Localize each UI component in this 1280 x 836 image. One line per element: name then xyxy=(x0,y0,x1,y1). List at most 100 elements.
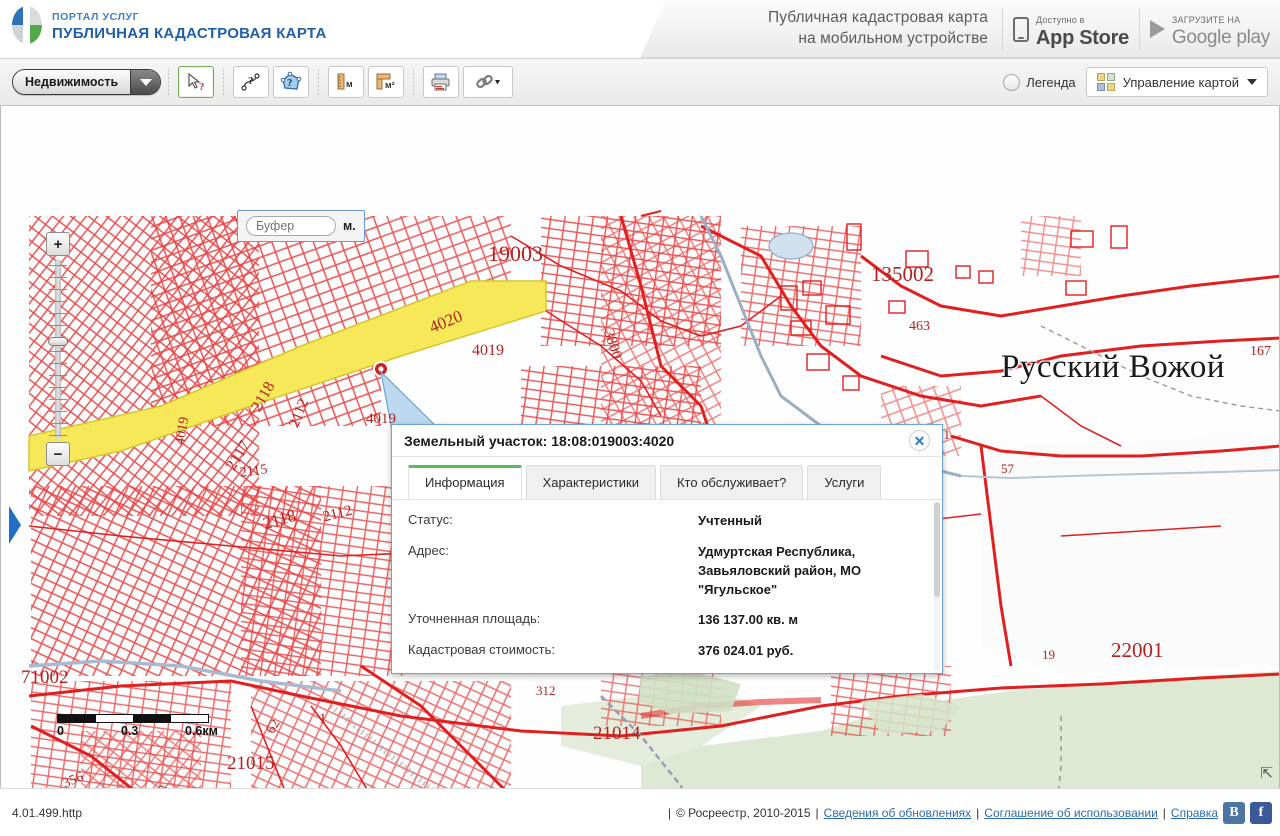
facebook-icon[interactable]: f xyxy=(1250,801,1272,824)
mobile-promo-line1: Публичная кадастровая карта xyxy=(767,9,989,27)
measure-polygon-query-tool-button[interactable]: ? xyxy=(273,66,310,98)
popup-row-value: 136 137.00 кв. м xyxy=(698,612,799,628)
header-mobile-promo: Публичная кадастровая карта на мобильном… xyxy=(660,0,1280,58)
google-play-button[interactable]: ЗАГРУЗИТЕ НА Google play xyxy=(1138,8,1280,50)
cursor-question-icon: ? xyxy=(188,72,205,93)
popup-tab-4[interactable]: Услуги xyxy=(807,465,882,499)
popup-detail-rows: Статус: Учтенный Адрес: Удмуртская Республи… xyxy=(392,500,942,673)
zoom-slider-thumb[interactable] xyxy=(48,337,68,346)
measure-line-query-tool-button[interactable]: ? xyxy=(233,66,270,98)
scale-label-start: 0 xyxy=(57,724,64,738)
zoom-in-button[interactable]: + xyxy=(46,232,70,256)
popup-row-value: Учтенный xyxy=(698,513,763,528)
settlement-label: Русский Вожой xyxy=(1001,349,1226,385)
popup-row-label: Адрес: xyxy=(408,542,449,558)
parcel-info-popup: Земельный участок: 18:08:019003:4020 ✕ И… xyxy=(391,424,943,674)
toolbar-divider xyxy=(223,69,225,95)
popup-row-label: Статус: xyxy=(408,512,453,527)
logo-subtitle: ПОРТАЛ УСЛУГ xyxy=(52,10,140,23)
popup-row-value: Удмуртская Республика, Завьяловский райо… xyxy=(698,543,862,597)
zoom-out-button[interactable]: − xyxy=(46,442,70,466)
svg-text:?: ? xyxy=(199,81,205,93)
agreement-link[interactable]: Соглашение об использовании xyxy=(984,806,1158,820)
app-store-button[interactable]: Доступно в App Store xyxy=(1002,8,1139,50)
popup-row: Статус: Учтенный xyxy=(408,512,922,531)
share-link-tool-button[interactable] xyxy=(463,66,514,98)
footer-separator-1: | xyxy=(667,805,671,820)
map-canvas[interactable]: 19003 135002 463 167 4020 4019 3800 4019 4019 211… xyxy=(0,106,1280,788)
scale-label-end: 0.6км xyxy=(185,724,218,738)
popup-tab-2[interactable]: Характеристики xyxy=(525,465,656,499)
left-panel-expander[interactable] xyxy=(9,506,21,544)
chevron-down-icon xyxy=(130,70,161,94)
copyright-text: © Росреестр, 2010-2015 xyxy=(675,805,811,820)
map-scale-bar: 0 0.3 0.6км xyxy=(57,714,218,740)
popup-row: Кадастровая стоимость: 376 024.01 руб. xyxy=(408,642,922,661)
popup-header: Земельный участок: 18:08:019003:4020 ✕ xyxy=(392,425,942,457)
popup-row: Уточненная площадь: 136 137.00 кв. м xyxy=(408,611,922,630)
logo-title: ПУБЛИЧНАЯ КАДАСТРОВАЯ КАРТА xyxy=(52,24,327,42)
vk-icon[interactable]: В xyxy=(1223,801,1245,824)
footer-separator-2: | xyxy=(815,805,819,820)
app-version: 4.01.499.http xyxy=(12,805,83,820)
popup-scrollbar-thumb[interactable] xyxy=(934,502,940,597)
legend-label: Легенда xyxy=(1026,74,1076,90)
page-footer: 4.01.499.http | © Росреестр, 2010-2015 |… xyxy=(0,788,1280,836)
smartphone-icon xyxy=(1013,16,1030,42)
buffer-unit-label: м. xyxy=(343,219,356,233)
popup-tab-list: Информация Характеристики Кто обслуживает?… xyxy=(392,457,942,499)
app-store-label: App Store xyxy=(1036,26,1129,49)
popup-tab-3[interactable]: Кто обслуживает? xyxy=(659,465,804,499)
svg-text:м²: м² xyxy=(385,80,395,90)
printer-icon xyxy=(431,73,450,91)
popup-row-label: Уточненная площадь: xyxy=(408,611,541,627)
toolbar-divider xyxy=(168,69,170,95)
app-store-small-label: Доступно в xyxy=(1036,14,1085,25)
resize-map-handle-icon[interactable]: ⇱ xyxy=(1260,764,1273,782)
mobile-promo-text: Публичная кадастровая карта на мобильном… xyxy=(768,8,1002,50)
popup-body: Статус: Учтенный Адрес: Удмуртская Республи… xyxy=(392,499,942,673)
legend-toggle[interactable]: Легенда xyxy=(1003,73,1076,91)
zoom-control[interactable]: + − xyxy=(46,232,70,466)
popup-row-label: Кадастровая стоимость: xyxy=(408,642,555,658)
measure-length-tool-button[interactable]: м xyxy=(328,66,365,98)
ruler-meters-icon: м xyxy=(337,73,353,90)
footer-links: | © Росреестр, 2010-2015 | Сведения об о… xyxy=(667,801,1280,824)
google-play-icon xyxy=(1149,20,1165,38)
footer-separator-3: | xyxy=(976,805,980,820)
layers-grid-icon xyxy=(1096,73,1115,91)
ruler-square-meters-icon: м² xyxy=(376,73,395,90)
measure-area-tool-button[interactable]: м² xyxy=(368,66,405,98)
popup-row: Адрес: Удмуртская Республика, Завьяловски… xyxy=(408,543,922,600)
popup-title: Земельный участок: 18:08:019003:4020 xyxy=(404,432,675,449)
print-tool-button[interactable] xyxy=(423,66,460,98)
updates-link[interactable]: Сведения об обновлениях xyxy=(824,806,972,820)
close-icon[interactable]: ✕ xyxy=(909,430,930,451)
mobile-promo-line2: на мобильном устройстве xyxy=(798,30,989,47)
buffer-input-panel: м. xyxy=(237,210,365,242)
google-play-small-label: ЗАГРУЗИТЕ НА xyxy=(1171,15,1241,26)
polygon-question-icon: ? xyxy=(280,71,302,90)
popup-row-value: 376 024.01 руб. xyxy=(698,643,794,659)
zoom-slider-track[interactable] xyxy=(48,259,68,439)
popup-scrollbar[interactable] xyxy=(934,502,940,671)
object-type-select[interactable]: Недвижимость xyxy=(12,69,162,95)
help-link[interactable]: Справка xyxy=(1171,806,1218,820)
site-logo[interactable]: ПОРТАЛ УСЛУГ ПУБЛИЧНАЯ КАДАСТРОВАЯ КАРТА xyxy=(10,6,327,46)
toolbar-divider xyxy=(318,69,320,95)
google-play-label: Google play xyxy=(1171,27,1270,49)
svg-text:?: ? xyxy=(287,77,293,89)
object-type-select-value: Недвижимость xyxy=(13,70,131,94)
select-info-tool-button[interactable]: ? xyxy=(178,66,215,98)
svg-text:м: м xyxy=(346,79,353,89)
map-control-dropdown[interactable]: Управление картой xyxy=(1085,67,1268,97)
popup-tab-1[interactable]: Информация xyxy=(408,465,522,499)
line-question-icon: ? xyxy=(241,73,260,91)
chevron-down-icon xyxy=(1247,79,1257,85)
rosreestr-logo-icon xyxy=(10,6,42,46)
page-header: Публичная кадастровая карта на мобильном… xyxy=(0,0,1280,58)
legend-radio-icon[interactable] xyxy=(1003,73,1021,91)
scale-label-mid: 0.3 xyxy=(121,724,139,738)
buffer-input[interactable] xyxy=(246,216,336,236)
chevron-down-icon xyxy=(495,80,501,85)
